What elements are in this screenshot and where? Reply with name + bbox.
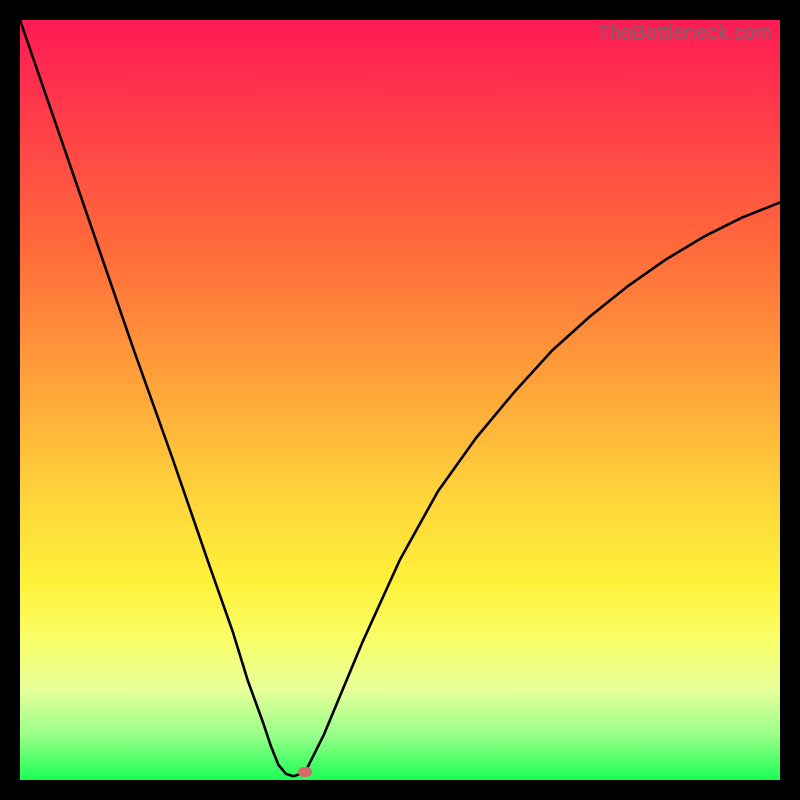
bottleneck-curve — [20, 20, 780, 776]
watermark-text: TheBottleneck.com — [597, 22, 772, 45]
current-point-marker — [298, 767, 312, 777]
chart-curve-layer — [20, 20, 780, 780]
chart-frame: TheBottleneck.com — [20, 20, 780, 780]
